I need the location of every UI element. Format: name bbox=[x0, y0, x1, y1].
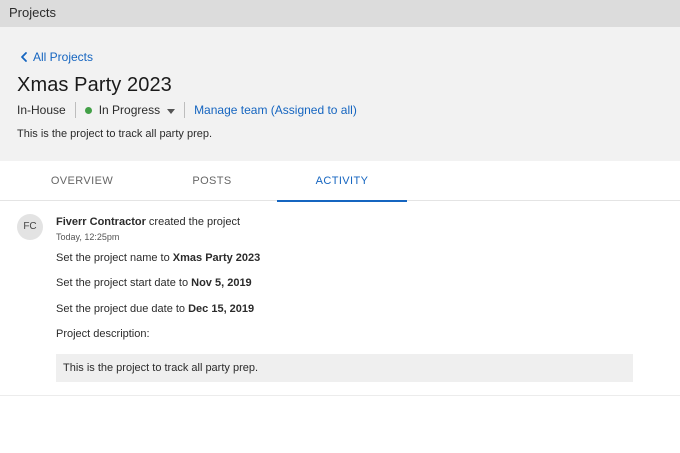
manage-team-link[interactable]: Manage team (Assigned to all) bbox=[194, 103, 357, 117]
line-prefix: Set the project name to bbox=[56, 252, 173, 264]
caret-down-icon bbox=[167, 108, 176, 114]
line-prefix: Project description: bbox=[56, 328, 150, 340]
all-projects-link[interactable]: All Projects bbox=[17, 50, 93, 64]
project-tabs: OVERVIEW POSTS ACTIVITY bbox=[0, 161, 680, 202]
chevron-left-icon bbox=[21, 52, 27, 62]
project-type: In-House bbox=[17, 103, 66, 117]
line-value: Xmas Party 2023 bbox=[172, 252, 261, 264]
activity-headline: Fiverr Contractor created the project bbox=[56, 216, 240, 228]
meta-divider bbox=[184, 102, 186, 118]
activity-line-description: Project description: bbox=[56, 328, 150, 340]
activity-timestamp: Today, 12:25pm bbox=[56, 232, 120, 242]
avatar: FC bbox=[17, 214, 43, 240]
status-label: In Progress bbox=[98, 103, 161, 117]
tab-overview[interactable]: OVERVIEW bbox=[17, 161, 147, 201]
line-value: Dec 15, 2019 bbox=[188, 303, 255, 315]
project-header: All Projects Xmas Party 2023 In-House In… bbox=[0, 27, 680, 161]
top-bar: Projects bbox=[0, 0, 680, 27]
line-prefix: Set the project due date to bbox=[56, 303, 189, 315]
activity-line-due-date: Set the project due date to Dec 15, 2019 bbox=[56, 303, 254, 315]
topbar-title: Projects bbox=[9, 5, 56, 20]
line-value: Nov 5, 2019 bbox=[191, 277, 252, 289]
activity-entry: FC Fiverr Contractor created the project… bbox=[0, 201, 680, 396]
tab-posts[interactable]: POSTS bbox=[147, 161, 277, 201]
all-projects-label: All Projects bbox=[33, 50, 94, 64]
meta-divider bbox=[74, 102, 76, 118]
activity-line-name: Set the project name to Xmas Party 2023 bbox=[56, 252, 260, 264]
status-dot-icon bbox=[84, 106, 92, 114]
activity-actor: Fiverr Contractor bbox=[56, 216, 146, 228]
line-prefix: Set the project start date to bbox=[56, 277, 192, 289]
activity-line-start-date: Set the project start date to Nov 5, 201… bbox=[56, 277, 252, 289]
activity-action: created the project bbox=[145, 216, 241, 228]
project-meta: In-House In Progress Manage team (Assign… bbox=[17, 102, 357, 118]
tab-activity[interactable]: ACTIVITY bbox=[277, 161, 407, 202]
page-title: Xmas Party 2023 bbox=[17, 74, 172, 96]
project-description: This is the project to track all party p… bbox=[17, 128, 213, 140]
status-dropdown[interactable]: In Progress bbox=[84, 103, 176, 117]
description-box: This is the project to track all party p… bbox=[56, 354, 633, 382]
